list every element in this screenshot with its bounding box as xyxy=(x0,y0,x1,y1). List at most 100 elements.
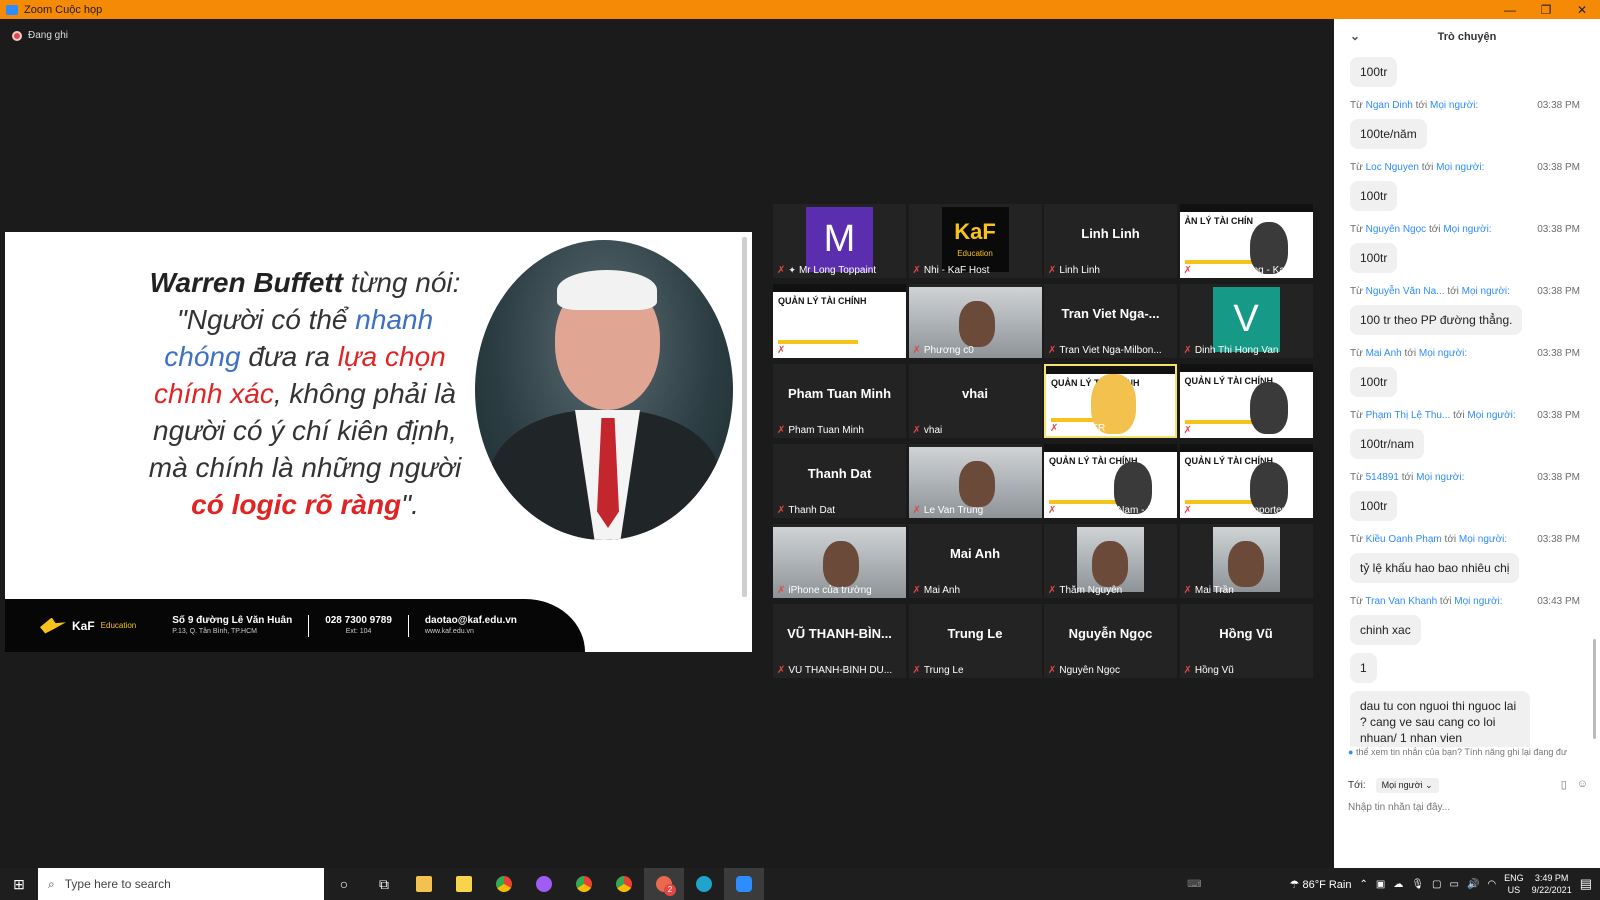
chevron-up-icon[interactable]: ⌃ xyxy=(1360,879,1368,890)
weather-widget[interactable]: ☂ 86°F Rain xyxy=(1290,878,1352,891)
slide-scrollbar[interactable] xyxy=(742,237,747,597)
participant-tile[interactable]: ✗ Phương c0 xyxy=(908,284,1042,358)
sender-name[interactable]: Ngan Dinh xyxy=(1366,100,1413,111)
battery-icon[interactable]: ▭ xyxy=(1450,879,1459,890)
participant-name: ✗ ✦ Mr Long Toppaint xyxy=(777,265,877,276)
zoom-icon[interactable] xyxy=(724,868,764,900)
minimize-button[interactable]: — xyxy=(1492,0,1528,19)
sender-name[interactable]: Nguyên Ngọc xyxy=(1366,224,1427,235)
chevron-down-icon[interactable]: ⌄ xyxy=(1350,29,1360,43)
chrome-profile-icon[interactable] xyxy=(564,868,604,900)
participant-tile[interactable]: Mai Anh ✗ Mai Anh xyxy=(908,524,1042,598)
participant-tile[interactable]: QUẢN LÝ TÀI CHÍNH ✗ KaF Supporter xyxy=(773,284,906,358)
microphone-icon[interactable]: 🎙 xyxy=(1411,879,1424,890)
close-button[interactable]: ✕ xyxy=(1564,0,1600,19)
chat-bubble: 100tr xyxy=(1350,243,1398,273)
sender-name[interactable]: Mai Anh xyxy=(1366,348,1402,359)
message-time: 03:43 PM xyxy=(1537,596,1580,607)
message-time: 03:38 PM xyxy=(1537,162,1580,173)
recipient-name[interactable]: Mọi người: xyxy=(1419,348,1467,359)
participant-tile[interactable]: Thanh Dat ✗ Thanh Dat xyxy=(773,444,906,518)
participant-tile[interactable]: ✗ Le Van Trung xyxy=(908,444,1042,518)
recording-label: Đang ghi xyxy=(28,30,69,41)
window-titlebar: Zoom Cuộc họp — ❐ ✕ xyxy=(0,0,1600,19)
chat-bubble: tỷ lệ khấu hao bao nhiêu chị xyxy=(1350,553,1520,583)
participant-tile[interactable]: ✗ Mai Trần xyxy=(1179,524,1313,598)
cortana-icon[interactable]: ○ xyxy=(324,868,364,900)
sticky-notes-icon[interactable] xyxy=(444,868,484,900)
window-title: Zoom Cuộc họp xyxy=(24,3,103,16)
notifications-icon[interactable]: ▤ xyxy=(1580,876,1592,892)
messenger-icon[interactable] xyxy=(524,868,564,900)
participant-tile[interactable]: VŨ THANH-BÌN... ✗ VŨ THANH-BÌNH DU... xyxy=(773,604,906,678)
message-time: 03:38 PM xyxy=(1537,224,1580,235)
sender-name[interactable]: Tran Van Khanh xyxy=(1365,596,1437,607)
chat-scrollbar[interactable] xyxy=(1593,639,1596,739)
recipient-name[interactable]: Mọi người: xyxy=(1467,410,1515,421)
participant-tile[interactable]: QUẢN LÝ TÀI CHÍNH ✗ Nguyễn Văn Nam - B... xyxy=(1044,444,1177,518)
recipient-name[interactable]: Mọi người: xyxy=(1436,162,1484,173)
participant-tile[interactable]: ✗ Thắm Nguyễn xyxy=(1044,524,1177,598)
participant-tile[interactable]: QUẢN LÝ TÀI CHÍNH ✗ Diem Han xyxy=(1179,364,1313,438)
notification-badge: 2 xyxy=(664,884,676,896)
participant-tile[interactable]: Tran Viet Nga-... ✗ Tran Viet Nga-Milbon..… xyxy=(1044,284,1177,358)
mic-muted-icon: ✗ xyxy=(1048,665,1057,676)
participant-name: ✗ Pham Tuan Minh xyxy=(777,425,864,436)
camera-icon[interactable]: ▢ xyxy=(1432,879,1441,890)
participant-tile[interactable]: KaF Education ✗ Nhi - KaF Host xyxy=(908,204,1042,278)
participant-tile[interactable]: ✗ iPhone của trường xyxy=(773,524,906,598)
maximize-button[interactable]: ❐ xyxy=(1528,0,1564,19)
cloud-icon[interactable]: ☁ xyxy=(1393,879,1403,890)
recording-indicator[interactable]: Đang ghi xyxy=(12,30,68,41)
recipient-name[interactable]: Mọi người: xyxy=(1454,596,1502,607)
sender-name[interactable]: Loc Nguyen xyxy=(1366,162,1419,173)
participant-display-name: VŨ THANH-BÌN... xyxy=(787,626,892,641)
participant-tile[interactable]: Trung Le ✗ Trung Le xyxy=(908,604,1042,678)
recipient-name[interactable]: Mọi người: xyxy=(1462,286,1510,297)
chat-bubble: 100 tr theo PP đường thẳng. xyxy=(1350,305,1523,335)
participant-tile[interactable]: QUẢN LÝ TÀI CHÍNH✗TRAINER xyxy=(1044,364,1177,438)
file-explorer-icon[interactable] xyxy=(404,868,444,900)
windows-start-icon[interactable]: ⊞ xyxy=(0,868,38,900)
quote-text: từng xyxy=(350,267,408,298)
chrome-icon[interactable] xyxy=(484,868,524,900)
sender-name[interactable]: Phạm Thị Lệ Thu... xyxy=(1366,410,1451,421)
wifi-icon[interactable]: ◠ xyxy=(1487,879,1496,890)
recipient-name[interactable]: Mọi người: xyxy=(1416,472,1464,483)
file-icon[interactable]: ▯ xyxy=(1561,778,1567,791)
tray-app-icon[interactable]: ▣ xyxy=(1376,879,1385,890)
recipient-name[interactable]: Mọi người: xyxy=(1443,224,1491,235)
warren-buffett-photo xyxy=(475,240,733,540)
volume-icon[interactable]: 🔊 xyxy=(1467,879,1479,890)
edge-icon[interactable] xyxy=(684,868,724,900)
participant-tile[interactable]: Linh Linh ✗ Linh Linh xyxy=(1044,204,1177,278)
chat-messages[interactable]: 100tr Từ Ngan Dinh tới Mọi người: 03:38 P… xyxy=(1334,57,1600,747)
recipient-name[interactable]: Mọi người: xyxy=(1430,100,1478,111)
participant-tile[interactable]: ẢN LÝ TÀI CHÍN ✗ Nguyen Hương - KaF Ed... xyxy=(1179,204,1313,278)
recipient-dropdown[interactable]: Mọi người ⌄ xyxy=(1375,778,1439,793)
participant-tile[interactable]: QUẢN LÝ TÀI CHÍNH ✗ Linh- KaF Supporter xyxy=(1179,444,1313,518)
chrome-profile-icon[interactable] xyxy=(604,868,644,900)
emoji-icon[interactable]: ☺ xyxy=(1577,778,1588,791)
windows-taskbar: ⊞ ⌕ Type here to search ○ ⧉ 2 ⌨ ☂ 86°F R… xyxy=(0,868,1600,900)
participant-tile[interactable]: Hồng Vũ ✗ Hồng Vũ xyxy=(1179,604,1313,678)
record-icon xyxy=(12,30,22,41)
snipping-tool-icon[interactable]: 2 xyxy=(644,868,684,900)
participant-name: ✗ Hồng Vũ xyxy=(1183,665,1234,676)
sender-name[interactable]: Nguyễn Văn Na... xyxy=(1366,286,1445,297)
keyboard-icon[interactable]: ⌨ xyxy=(1187,879,1201,890)
input-language[interactable]: ENG US xyxy=(1504,872,1524,896)
chat-input[interactable] xyxy=(1348,802,1588,813)
sender-name[interactable]: 514891 xyxy=(1366,472,1399,483)
slide-footer: KaF Education Số 9 đường Lê Văn Huân P.1… xyxy=(5,599,585,652)
participant-tile[interactable]: vhai ✗ vhai xyxy=(908,364,1042,438)
clock[interactable]: 3:49 PM 9/22/2021 xyxy=(1532,872,1572,896)
participant-tile[interactable]: M ✗ ✦ Mr Long Toppaint xyxy=(773,204,906,278)
participant-tile[interactable]: Nguyễn Ngọc ✗ Nguyễn Ngọc xyxy=(1044,604,1177,678)
participant-tile[interactable]: Pham Tuan Minh ✗ Pham Tuan Minh xyxy=(773,364,906,438)
task-view-icon[interactable]: ⧉ xyxy=(364,868,404,900)
sender-name[interactable]: Kiều Oanh Phạm xyxy=(1366,534,1442,545)
taskbar-search[interactable]: ⌕ Type here to search xyxy=(38,868,324,900)
recipient-name[interactable]: Mọi người: xyxy=(1459,534,1507,545)
participant-tile[interactable]: V ✗ Dinh Thi Hong Van xyxy=(1179,284,1313,358)
